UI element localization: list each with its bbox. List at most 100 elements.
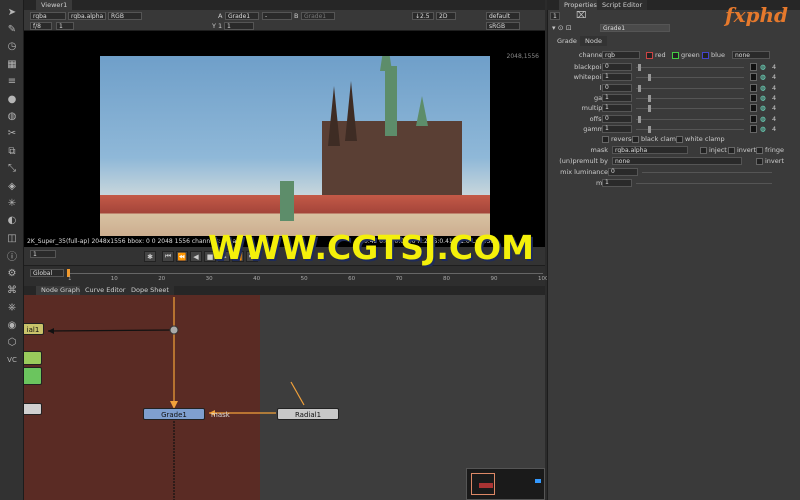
color-wheel-icon[interactable]: ◍ xyxy=(760,84,766,92)
max-panels-field[interactable]: 1 xyxy=(550,12,560,20)
channel-count[interactable]: 4 xyxy=(772,94,776,102)
multiply-slider[interactable] xyxy=(636,108,744,110)
mix-luminance-slider[interactable] xyxy=(642,172,772,173)
gain-field[interactable]: 1 xyxy=(602,93,632,102)
mix-field[interactable]: 1 xyxy=(602,179,632,187)
tab-script-editor[interactable]: Script Editor xyxy=(597,0,648,10)
red-check[interactable]: red xyxy=(646,51,666,59)
input-b-dropdown[interactable]: Grade1 xyxy=(301,12,335,20)
tab-curve-editor[interactable]: Curve Editor xyxy=(80,286,131,295)
grade-node[interactable]: Grade1 xyxy=(143,408,205,420)
offset-slider-knob[interactable] xyxy=(638,115,642,123)
gamma-field[interactable]: 1 xyxy=(602,124,632,133)
tab-properties[interactable]: Properties xyxy=(559,0,602,10)
multiply-field[interactable]: 1 xyxy=(602,104,632,113)
lut-dropdown[interactable]: default xyxy=(486,12,520,20)
blackpoint-slider-knob[interactable] xyxy=(638,64,642,71)
display-dropdown[interactable]: RGB xyxy=(108,12,142,20)
channels-icon[interactable]: ≡ xyxy=(4,74,20,90)
gamma-slider[interactable] xyxy=(636,128,744,130)
color-swatch[interactable] xyxy=(750,104,757,113)
keyer-icon[interactable]: ✂ xyxy=(4,126,20,142)
view-mode-dropdown[interactable]: 2D xyxy=(436,12,456,20)
color-swatch[interactable] xyxy=(750,73,757,82)
colorspace-dropdown[interactable]: sRGB xyxy=(486,22,520,30)
exposure-field[interactable]: 1 xyxy=(224,22,254,30)
viewer-canvas[interactable]: 2048,1556 xyxy=(24,31,545,241)
green-check[interactable]: green xyxy=(672,51,700,59)
proxy-dropdown[interactable]: ↓2.5 xyxy=(412,12,434,20)
radial-node-partial[interactable]: ial1 xyxy=(24,323,44,335)
radial-node[interactable]: Radial1 xyxy=(277,408,339,420)
color-wheel-icon[interactable]: ◍ xyxy=(760,63,766,71)
blackpoint-slider[interactable] xyxy=(636,67,744,68)
mix-slider[interactable] xyxy=(636,183,772,184)
node-name-field[interactable]: Grade1 xyxy=(600,24,670,32)
3d-icon[interactable]: ◈ xyxy=(4,178,20,194)
channels-select[interactable]: rgb xyxy=(602,51,640,59)
views-icon[interactable]: ◫ xyxy=(4,230,20,246)
metadata-icon[interactable]: ⓘ xyxy=(4,248,20,264)
channel-count[interactable]: 4 xyxy=(772,84,776,92)
unpremult-invert-check[interactable]: invert xyxy=(756,157,784,165)
color-wheel-icon[interactable]: ◍ xyxy=(760,104,766,112)
first-frame-icon[interactable]: ⏮ xyxy=(162,251,174,262)
lift-slider-knob[interactable] xyxy=(638,84,642,92)
white-node[interactable] xyxy=(24,403,42,415)
ocula-icon[interactable]: ◉ xyxy=(4,317,20,333)
gain-slider-knob[interactable] xyxy=(647,94,651,102)
color-swatch[interactable] xyxy=(750,114,757,123)
zoom-dropdown[interactable]: f/8 xyxy=(30,22,52,30)
unpremult-select[interactable]: none xyxy=(612,157,742,165)
color-wheel-icon[interactable]: ◍ xyxy=(760,94,766,102)
particles-icon[interactable]: ✳ xyxy=(4,195,20,211)
input-operation-dropdown[interactable]: - xyxy=(262,12,292,20)
mix-luminance-field[interactable]: 0 xyxy=(608,168,638,176)
offset-field[interactable]: 0 xyxy=(602,114,632,123)
whitepoint-slider-knob[interactable] xyxy=(647,74,651,82)
reverse-check[interactable]: reverse xyxy=(602,135,635,143)
color-swatch[interactable] xyxy=(750,124,757,133)
pointer-icon[interactable]: ➤ xyxy=(4,4,20,20)
gear-icon[interactable]: ✱ xyxy=(144,251,156,262)
tab-viewer1[interactable]: Viewer1 xyxy=(36,0,73,10)
gain-slider[interactable] xyxy=(636,97,744,99)
blue-check[interactable]: blue xyxy=(702,51,725,59)
paint-icon[interactable]: ✎ xyxy=(4,21,20,37)
channel-count[interactable]: 4 xyxy=(772,115,776,123)
white-clamp-check[interactable]: white clamp xyxy=(676,135,725,143)
merge-icon[interactable]: ⧉ xyxy=(4,143,20,159)
fringe-check[interactable]: fringe xyxy=(756,146,784,154)
green-node-2[interactable] xyxy=(24,367,42,385)
tab-node-graph[interactable]: Node Graph xyxy=(36,286,85,295)
whitepoint-slider[interactable] xyxy=(636,77,744,79)
color-wheel-icon[interactable]: ◍ xyxy=(760,125,766,133)
clock-icon[interactable]: ◷ xyxy=(4,39,20,55)
lift-slider[interactable] xyxy=(636,87,744,89)
multiply-slider-knob[interactable] xyxy=(647,105,651,113)
fps-dropdown[interactable]: Global xyxy=(30,269,64,277)
offset-slider[interactable] xyxy=(636,118,744,120)
gamma-slider-knob[interactable] xyxy=(647,125,651,133)
extra-channel-select[interactable]: none xyxy=(732,51,770,59)
current-frame-field[interactable]: 1 xyxy=(30,250,56,258)
blackpoint-field[interactable]: 0 xyxy=(602,63,632,71)
channel-count[interactable]: 4 xyxy=(772,73,776,81)
node-options-icon[interactable]: ▾ ⊙ ⊡ xyxy=(552,24,572,32)
green-node-1[interactable] xyxy=(24,351,42,365)
alpha-dropdown[interactable]: rgba.alpha xyxy=(68,12,106,20)
input-a-dropdown[interactable]: Grade1 xyxy=(225,12,259,20)
channel-count[interactable]: 4 xyxy=(772,104,776,112)
tab-node[interactable]: Node xyxy=(580,36,607,46)
deep-icon[interactable]: ◐ xyxy=(4,213,20,229)
filter-icon[interactable]: ▦ xyxy=(4,56,20,72)
vc-icon[interactable]: VC xyxy=(4,352,20,368)
inject-check[interactable]: inject xyxy=(700,146,727,154)
whitepoint-field[interactable]: 1 xyxy=(602,73,632,82)
clear-panels-icon[interactable]: ⌧ xyxy=(576,11,586,21)
color-wheel-icon[interactable]: ◍ xyxy=(760,115,766,123)
furnace-icon[interactable]: ⎈ xyxy=(4,300,20,316)
invert-check[interactable]: invert xyxy=(728,146,756,154)
other-icon[interactable]: ⌘ xyxy=(4,282,20,298)
mask-select[interactable]: rgba.alpha xyxy=(612,146,688,154)
